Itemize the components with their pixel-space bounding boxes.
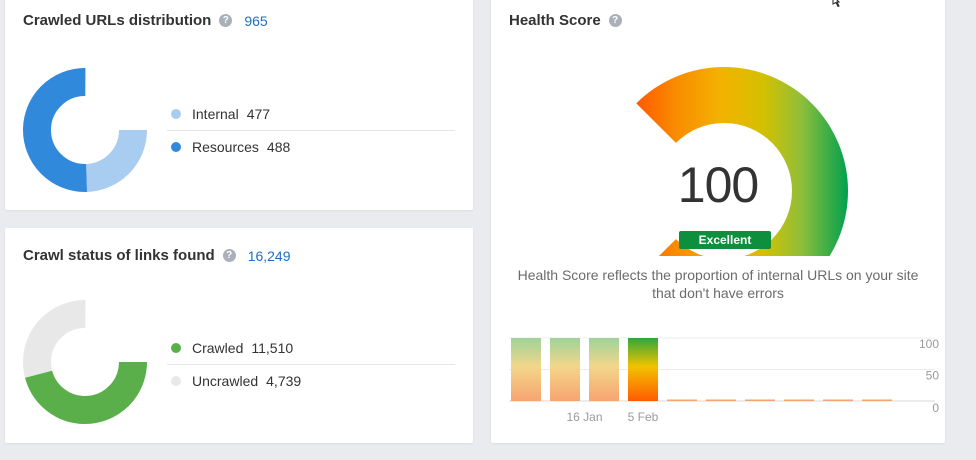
y-tick-label: 50	[926, 369, 940, 383]
crawl-status-card: Crawl status of links found ? 16,249 Cra…	[5, 228, 473, 443]
history-bar[interactable]	[862, 399, 892, 402]
legend-label: Internal	[192, 105, 239, 122]
history-bar[interactable]	[511, 338, 541, 401]
history-bar[interactable]	[589, 338, 619, 401]
health-score-history-chart: 100 50 0 16 Jan 5 Feb	[509, 337, 940, 424]
crawled-urls-title: Crawled URLs distribution	[23, 12, 212, 29]
history-bar[interactable]	[745, 399, 775, 402]
health-score-header: Health Score ?	[509, 12, 622, 29]
legend-dot-resources	[171, 142, 181, 152]
question-icon[interactable]: ?	[222, 249, 236, 262]
legend-value: 477	[246, 105, 271, 122]
legend-value: 4,739	[266, 373, 302, 389]
crawled-urls-header: Crawled URLs distribution ? 965	[23, 12, 268, 29]
legend-dot-uncrawled	[171, 376, 181, 386]
crawl-status-header: Crawl status of links found ? 16,249	[23, 247, 291, 264]
crawled-urls-total-link[interactable]: 965	[244, 13, 267, 29]
history-bar[interactable]	[784, 399, 814, 402]
legend-value: 488	[266, 139, 291, 155]
question-icon[interactable]: ?	[219, 14, 233, 27]
legend-label: Uncrawled	[192, 373, 259, 389]
history-bar[interactable]	[628, 338, 658, 401]
y-tick-label: 0	[932, 401, 939, 415]
crawl-status-title: Crawl status of links found	[23, 247, 215, 264]
legend-dot-crawled	[171, 342, 181, 353]
history-bar[interactable]	[667, 399, 697, 402]
history-bar[interactable]	[550, 338, 580, 401]
health-score-description: Health Score reflects the proportion of …	[517, 267, 919, 301]
legend-row-internal[interactable]: Internal 477	[167, 97, 455, 130]
x-tick-label: 5 Feb	[628, 410, 659, 424]
health-score-card: Health Score ? 100 Excellent Health Scor…	[491, 0, 945, 443]
y-tick-label: 100	[919, 337, 939, 351]
crawl-status-total-link[interactable]: 16,249	[248, 248, 291, 264]
legend-row-crawled[interactable]: Crawled 11,510	[167, 331, 455, 364]
legend-dot-internal	[171, 108, 181, 119]
mouse-cursor-icon	[832, 0, 841, 8]
legend-label: Crawled	[192, 339, 244, 356]
crawled-urls-card: Crawled URLs distribution ? 965 Internal…	[5, 0, 473, 210]
legend-label: Resources	[192, 139, 259, 155]
health-score-badge: Excellent	[679, 231, 771, 249]
crawl-status-donut	[23, 300, 147, 424]
question-icon[interactable]: ?	[608, 14, 622, 27]
crawled-urls-donut	[23, 68, 147, 192]
history-bar[interactable]	[823, 399, 853, 402]
legend-value: 11,510	[251, 339, 294, 356]
legend-row-uncrawled[interactable]: Uncrawled 4,739	[167, 364, 455, 397]
crawl-status-legend: Crawled 11,510 Uncrawled 4,739	[167, 331, 455, 397]
crawled-urls-legend: Internal 477 Resources 488	[167, 97, 455, 163]
x-tick-label: 16 Jan	[566, 410, 602, 424]
health-score-title: Health Score	[509, 12, 601, 29]
legend-row-resources[interactable]: Resources 488	[167, 130, 455, 163]
history-bar[interactable]	[706, 399, 736, 402]
health-score-value: 100	[677, 157, 759, 213]
